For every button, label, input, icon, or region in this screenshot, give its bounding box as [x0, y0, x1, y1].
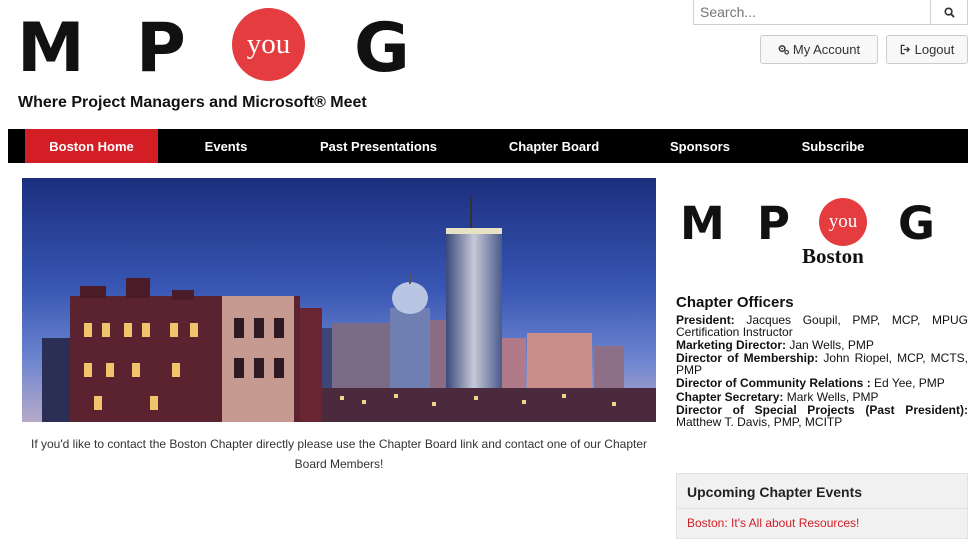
logo-letter-g: G [354, 9, 410, 88]
officer-entry: Marketing Director: Jan Wells, PMP [676, 337, 968, 352]
nav-boston-home[interactable]: Boston Home [25, 129, 158, 163]
officer-name: Mark Wells, PMP [783, 389, 879, 404]
sidebar-logo-circle-text: you [828, 211, 858, 232]
nav-label: Sponsors [670, 138, 730, 154]
gears-icon [778, 45, 789, 55]
logo-circle-text: you [246, 28, 291, 60]
contact-message: If you'd like to contact the Boston Chap… [31, 437, 647, 471]
logo-letter-m: M [17, 9, 85, 88]
officer-name: Jan Wells, PMP [786, 337, 874, 352]
my-account-label: My Account [792, 42, 861, 57]
logo-circle: you [232, 8, 305, 81]
search-button[interactable] [930, 0, 968, 25]
officer-entry: Director of Special Projects (Past Presi… [676, 404, 968, 429]
officer-entry: Director of Membership: John Riopel, MCP… [676, 352, 968, 376]
logout-button[interactable]: Logout [886, 35, 968, 64]
search-icon [943, 6, 955, 18]
nav-sponsors[interactable]: Sponsors [660, 129, 740, 163]
main-navigation: Boston Home Events Past Presentations Ch… [8, 129, 968, 163]
officer-role: Chapter Secretary: [676, 389, 784, 404]
my-account-button[interactable]: My Account [760, 35, 878, 64]
sidebar-logo-circle: you [819, 198, 867, 246]
nav-label: Subscribe [801, 138, 865, 154]
chapter-logo: M P you G Boston [676, 195, 968, 270]
nav-label: Past Presentations [319, 138, 438, 154]
upcoming-events-heading: Upcoming Chapter Events [687, 484, 863, 500]
nav-chapter-board[interactable]: Chapter Board [496, 129, 612, 163]
officer-entry: Chapter Secretary: Mark Wells, PMP [676, 389, 968, 404]
officer-name: Ed Yee, PMP [870, 376, 945, 391]
skyline-illustration [22, 178, 656, 422]
nav-label: Chapter Board [508, 138, 600, 154]
site-tagline: Where Project Managers and Microsoft® Me… [18, 94, 367, 111]
officer-entry: President: Jacques Goupil, PMP, MCP, MPU… [676, 314, 968, 338]
sidebar-logo-letter-p: P [757, 197, 790, 250]
nav-label: Boston Home [49, 138, 134, 154]
panel-divider [677, 508, 967, 509]
logo-letter-p: P [136, 9, 186, 88]
event-link[interactable]: Boston: It's All about Resources! [687, 516, 859, 530]
nav-label: Events [204, 138, 248, 154]
officer-entry: Director of Community Relations : Ed Yee… [676, 376, 968, 391]
officer-name: Matthew T. Davis, PMP, MCITP [676, 414, 843, 429]
chapter-officers-list: President: Jacques Goupil, PMP, MCP, MPU… [676, 314, 968, 430]
sidebar-logo-letter-m: M [680, 197, 725, 250]
nav-past-presentations[interactable]: Past Presentations [306, 129, 451, 163]
upcoming-events-panel: Upcoming Chapter Events Boston: It's All… [676, 473, 968, 539]
nav-subscribe[interactable]: Subscribe [792, 129, 874, 163]
sidebar-logo-city: Boston [802, 244, 864, 268]
search-input[interactable] [693, 0, 931, 25]
boston-skyline-image [22, 178, 656, 422]
officer-role: Marketing Director: [676, 337, 787, 352]
officer-role: Director of Community Relations : [676, 376, 871, 391]
logout-label: Logout [914, 42, 955, 57]
logout-icon [900, 44, 910, 55]
nav-events[interactable]: Events [188, 129, 264, 163]
chapter-officers-heading: Chapter Officers [676, 294, 794, 311]
sidebar-logo-letter-g: G [898, 197, 935, 250]
